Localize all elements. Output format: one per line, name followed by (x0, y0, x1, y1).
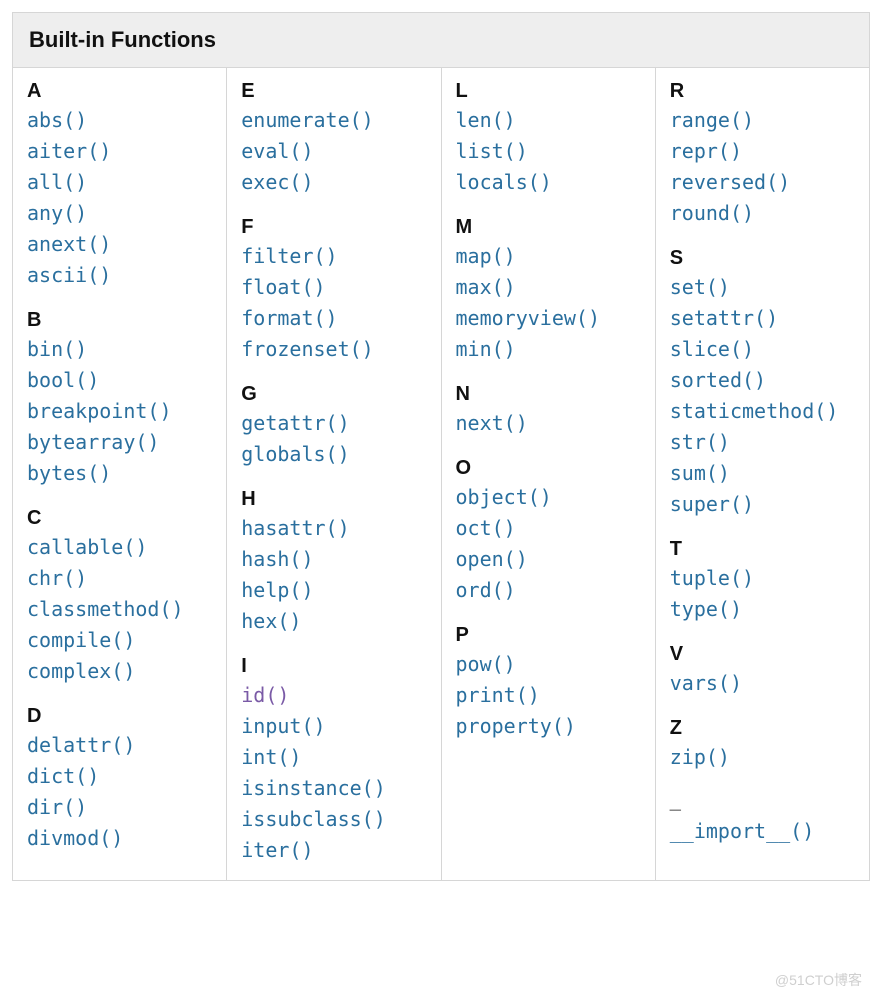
function-link[interactable]: abs() (27, 105, 212, 136)
function-link[interactable]: str() (670, 427, 855, 458)
function-link[interactable]: hash() (241, 544, 426, 575)
function-link[interactable]: map() (456, 241, 641, 272)
function-link[interactable]: __import__() (670, 816, 855, 847)
function-link[interactable]: open() (456, 544, 641, 575)
function-link[interactable]: chr() (27, 563, 212, 594)
function-link[interactable]: divmod() (27, 823, 212, 854)
function-link[interactable]: bytes() (27, 458, 212, 489)
function-link[interactable]: frozenset() (241, 334, 426, 365)
function-link[interactable]: dir() (27, 792, 212, 823)
function-link[interactable]: zip() (670, 742, 855, 773)
function-link[interactable]: len() (456, 105, 641, 136)
function-link[interactable]: print() (456, 680, 641, 711)
letter-heading: T (670, 538, 855, 561)
function-link[interactable]: repr() (670, 136, 855, 167)
function-link[interactable]: list() (456, 136, 641, 167)
function-link[interactable]: aiter() (27, 136, 212, 167)
function-link[interactable]: oct() (456, 513, 641, 544)
function-link[interactable]: pow() (456, 649, 641, 680)
letter-heading: V (670, 643, 855, 666)
watermark: @51CTO博客 (775, 970, 862, 990)
function-link[interactable]: globals() (241, 439, 426, 470)
function-link[interactable]: callable() (27, 532, 212, 563)
table-column: Aabs()aiter()all()any()anext()ascii() Bbi… (13, 68, 227, 881)
function-link[interactable]: delattr() (27, 730, 212, 761)
letter-heading: _ (670, 791, 855, 814)
letter-heading: B (27, 309, 212, 332)
function-link[interactable]: isinstance() (241, 773, 426, 804)
function-link[interactable]: getattr() (241, 408, 426, 439)
function-link[interactable]: hex() (241, 606, 426, 637)
function-link[interactable]: hasattr() (241, 513, 426, 544)
letter-heading: G (241, 383, 426, 406)
function-link[interactable]: ord() (456, 575, 641, 606)
function-link[interactable]: property() (456, 711, 641, 742)
function-link[interactable]: iter() (241, 835, 426, 866)
function-link[interactable]: type() (670, 594, 855, 625)
function-link[interactable]: format() (241, 303, 426, 334)
function-link[interactable]: next() (456, 408, 641, 439)
function-link[interactable]: exec() (241, 167, 426, 198)
letter-heading: M (456, 216, 641, 239)
function-link[interactable]: input() (241, 711, 426, 742)
letter-heading: O (456, 457, 641, 480)
function-link[interactable]: id() (241, 680, 426, 711)
function-link[interactable]: sum() (670, 458, 855, 489)
function-link[interactable]: anext() (27, 229, 212, 260)
function-link[interactable]: max() (456, 272, 641, 303)
function-link[interactable]: any() (27, 198, 212, 229)
function-link[interactable]: bin() (27, 334, 212, 365)
function-link[interactable]: ascii() (27, 260, 212, 291)
function-link[interactable]: int() (241, 742, 426, 773)
function-link[interactable]: round() (670, 198, 855, 229)
function-link[interactable]: breakpoint() (27, 396, 212, 427)
function-link[interactable]: reversed() (670, 167, 855, 198)
table-column: Llen()list()locals() Mmap()max()memoryvie… (441, 68, 655, 881)
function-link[interactable]: tuple() (670, 563, 855, 594)
function-link[interactable]: slice() (670, 334, 855, 365)
function-link[interactable]: enumerate() (241, 105, 426, 136)
letter-heading: Z (670, 717, 855, 740)
function-link[interactable]: bool() (27, 365, 212, 396)
function-link[interactable]: set() (670, 272, 855, 303)
table-title: Built-in Functions (13, 13, 870, 68)
function-link[interactable]: compile() (27, 625, 212, 656)
function-link[interactable]: super() (670, 489, 855, 520)
builtin-functions-table: Built-in Functions Aabs()aiter()all()any… (12, 12, 870, 881)
function-link[interactable]: range() (670, 105, 855, 136)
function-link[interactable]: classmethod() (27, 594, 212, 625)
table-column: Eenumerate()eval()exec() Ffilter()float()… (227, 68, 441, 881)
letter-heading: L (456, 80, 641, 103)
letter-heading: P (456, 624, 641, 647)
function-link[interactable]: float() (241, 272, 426, 303)
letter-heading: N (456, 383, 641, 406)
function-link[interactable]: setattr() (670, 303, 855, 334)
function-link[interactable]: complex() (27, 656, 212, 687)
letter-heading: E (241, 80, 426, 103)
function-link[interactable]: vars() (670, 668, 855, 699)
function-link[interactable]: min() (456, 334, 641, 365)
letter-heading: C (27, 507, 212, 530)
function-link[interactable]: filter() (241, 241, 426, 272)
letter-heading: I (241, 655, 426, 678)
letter-heading: R (670, 80, 855, 103)
function-link[interactable]: issubclass() (241, 804, 426, 835)
letter-heading: D (27, 705, 212, 728)
function-link[interactable]: staticmethod() (670, 396, 855, 427)
function-link[interactable]: help() (241, 575, 426, 606)
function-link[interactable]: object() (456, 482, 641, 513)
letter-heading: H (241, 488, 426, 511)
function-link[interactable]: sorted() (670, 365, 855, 396)
function-link[interactable]: locals() (456, 167, 641, 198)
letter-heading: S (670, 247, 855, 270)
function-link[interactable]: eval() (241, 136, 426, 167)
letter-heading: F (241, 216, 426, 239)
function-link[interactable]: dict() (27, 761, 212, 792)
function-link[interactable]: bytearray() (27, 427, 212, 458)
letter-heading: A (27, 80, 212, 103)
function-link[interactable]: all() (27, 167, 212, 198)
function-link[interactable]: memoryview() (456, 303, 641, 334)
table-column: Rrange()repr()reversed()round() Sset()set… (655, 68, 869, 881)
